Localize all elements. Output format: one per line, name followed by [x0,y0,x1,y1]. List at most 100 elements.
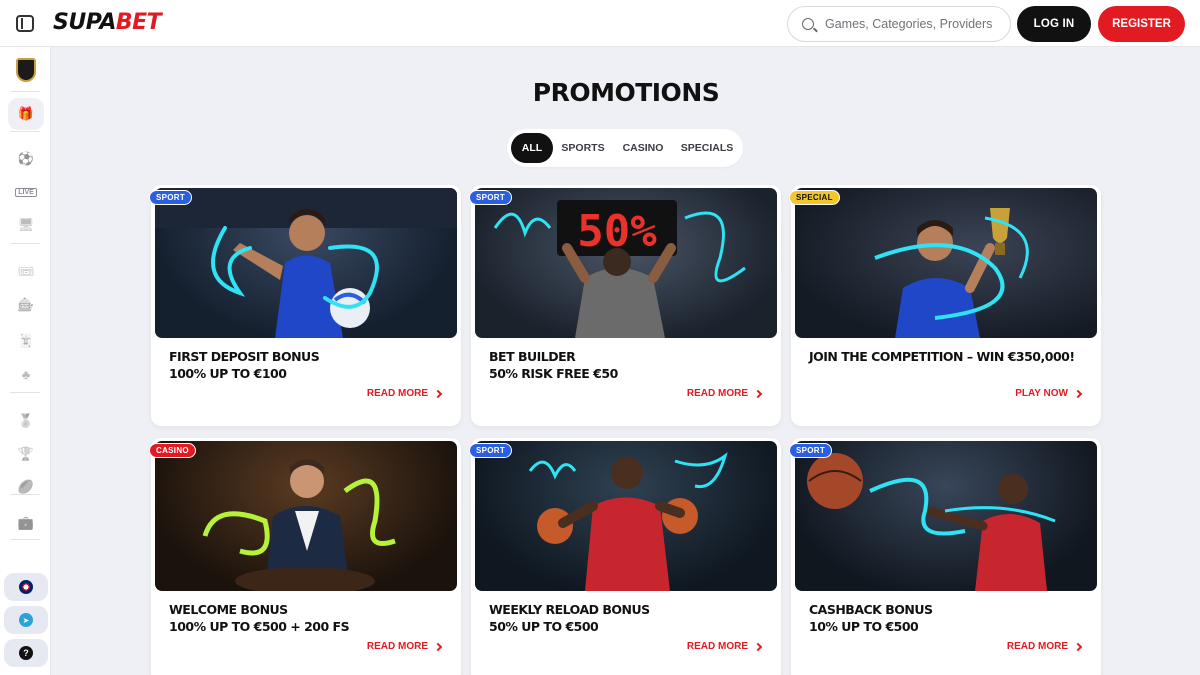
gift-icon: 🎁 [17,106,35,121]
logo-text-bet: BET [115,10,162,35]
ticket-icon: 🎟 [17,264,35,279]
promo-image: 50% [475,188,777,338]
sidebar-divider [10,91,40,92]
cta-label: READ MORE [366,388,428,399]
promo-card[interactable]: SPORT CASHBACK BONUS 10% UP TO €500 READ… [789,438,1101,675]
sidebar-toggle-icon[interactable] [16,15,34,32]
chevron-right-icon [753,389,763,398]
sidebar-item-monitor[interactable]: 🖥 [8,210,44,240]
promo-image [155,188,457,338]
promo-filter-tabs: ALL SPORTS CASINO SPECIALS [507,129,743,167]
slot-machine-icon: 🎰 [17,297,35,312]
sidebar-divider [10,392,40,393]
sidebar-divider [10,131,40,132]
sidebar-item-cards[interactable]: 🃏 [8,326,44,356]
promo-title-line1: CASHBACK BONUS [809,602,933,617]
rugby-icon: 🏉 [17,479,35,494]
tab-specials[interactable]: SPECIALS [677,133,737,163]
sidebar-item-rugby[interactable]: 🏉 [8,472,44,502]
sidebar-divider [10,539,40,540]
read-more-link[interactable]: READ MORE [1006,641,1083,652]
promo-image [155,441,457,591]
sidebar-item-award[interactable]: 🏅 [8,406,44,436]
category-badge: CASINO [149,443,196,458]
category-badge: SPECIAL [789,190,840,205]
promo-card[interactable]: SPORT 50% BET BUILDER 50% RISK FREE €50 … [469,185,781,426]
telegram-icon: ➤ [19,613,33,627]
brand-logo[interactable]: SUPABET [53,10,162,36]
category-badge: SPORT [469,190,513,205]
chevron-right-icon [753,642,763,651]
tab-sports[interactable]: SPORTS [557,133,609,163]
cta-label: READ MORE [366,641,428,652]
read-more-link[interactable]: READ MORE [366,641,443,652]
category-badge: SPORT [469,443,513,458]
tab-casino[interactable]: CASINO [615,133,671,163]
telegram-button[interactable]: ➤ [4,606,48,634]
cta-label: READ MORE [686,641,748,652]
promo-image [795,441,1097,591]
search-input[interactable] [825,17,1005,31]
category-badge: SPORT [149,190,193,205]
clover-icon: ♣ [21,366,31,382]
uk-flag-icon [19,580,33,594]
sidebar-item-ticket[interactable]: 🎟 [8,257,44,287]
search-box[interactable] [787,6,1011,42]
promo-title-line1: FIRST DEPOSIT BONUS [169,349,320,364]
sidebar-divider [10,494,40,495]
chevron-right-icon [1073,642,1083,651]
play-now-link[interactable]: PLAY NOW [1015,388,1083,399]
tab-all[interactable]: ALL [511,133,553,163]
logo-text-supa: SUPA [53,10,116,35]
trophy-icon: 🏆 [17,446,35,461]
register-button[interactable]: REGISTER [1098,6,1185,42]
sidebar-divider [10,243,40,244]
promo-title-line1: WEEKLY RELOAD BONUS [489,602,650,617]
language-selector[interactable] [4,573,48,601]
chevron-right-icon [433,642,443,651]
promo-title-line2: 50% UP TO €500 [489,619,599,634]
briefcase-icon: 💼 [17,515,35,530]
sidebar-item-trophy[interactable]: 🏆 [8,439,44,469]
sidebar-item-gift[interactable]: 🎁 [8,98,44,130]
sidebar-item-live[interactable]: LIVE [8,177,44,207]
chevron-right-icon [1073,389,1083,398]
promo-title-line2: 100% UP TO €100 [169,366,287,381]
cta-label: READ MORE [686,388,748,399]
sidebar: 🎁 ⚽ LIVE 🖥 🎟 🎰 🃏 ♣ 🏅 🏆 🏉 💼 ➤ ? [0,47,51,675]
login-button[interactable]: LOG IN [1017,6,1091,42]
promo-card[interactable]: SPECIAL JOIN THE COMPETITION – WIN €350,… [789,185,1101,426]
promo-title-line1: JOIN THE COMPETITION – WIN €350,000! [809,349,1075,364]
read-more-link[interactable]: READ MORE [686,388,763,399]
award-icon: 🏅 [17,413,35,428]
read-more-link[interactable]: READ MORE [686,641,763,652]
top-header: SUPABET LOG IN REGISTER [0,0,1200,47]
sidebar-item-soccer-ball[interactable]: ⚽ [8,144,44,174]
promo-card[interactable]: CASINO WELCOME BONUS 100% UP TO €500 + 2… [149,438,461,675]
monitor-icon: 🖥 [17,217,35,232]
promo-title-line2: 10% UP TO €500 [809,619,919,634]
promo-image [795,188,1097,338]
search-icon [802,18,814,30]
help-button[interactable]: ? [4,639,48,667]
category-badge: SPORT [789,443,833,458]
club-crest-icon[interactable] [8,55,44,85]
cta-label: PLAY NOW [1015,388,1068,399]
sidebar-item-clover[interactable]: ♣ [8,359,44,389]
cta-label: READ MORE [1006,641,1068,652]
promo-title-line2: 50% RISK FREE €50 [489,366,618,381]
promo-card[interactable]: SPORT WEEKLY RELOAD BONUS 50% UP TO €500… [469,438,781,675]
sidebar-item-slot-machine[interactable]: 🎰 [8,290,44,320]
sidebar-item-briefcase[interactable]: 💼 [8,508,44,538]
cards-icon: 🃏 [17,333,35,348]
promo-title-line1: BET BUILDER [489,349,576,364]
promo-title-line2: 100% UP TO €500 + 200 FS [169,619,350,634]
chevron-right-icon [433,389,443,398]
read-more-link[interactable]: READ MORE [366,388,443,399]
promo-title-line1: WELCOME BONUS [169,602,288,617]
live-icon: LIVE [15,187,37,197]
promo-card[interactable]: SPORT FIRST DEPOSIT BONUS 100% UP TO €10… [149,185,461,426]
soccer-ball-icon: ⚽ [17,151,35,166]
help-icon: ? [19,646,33,660]
promo-image [475,441,777,591]
